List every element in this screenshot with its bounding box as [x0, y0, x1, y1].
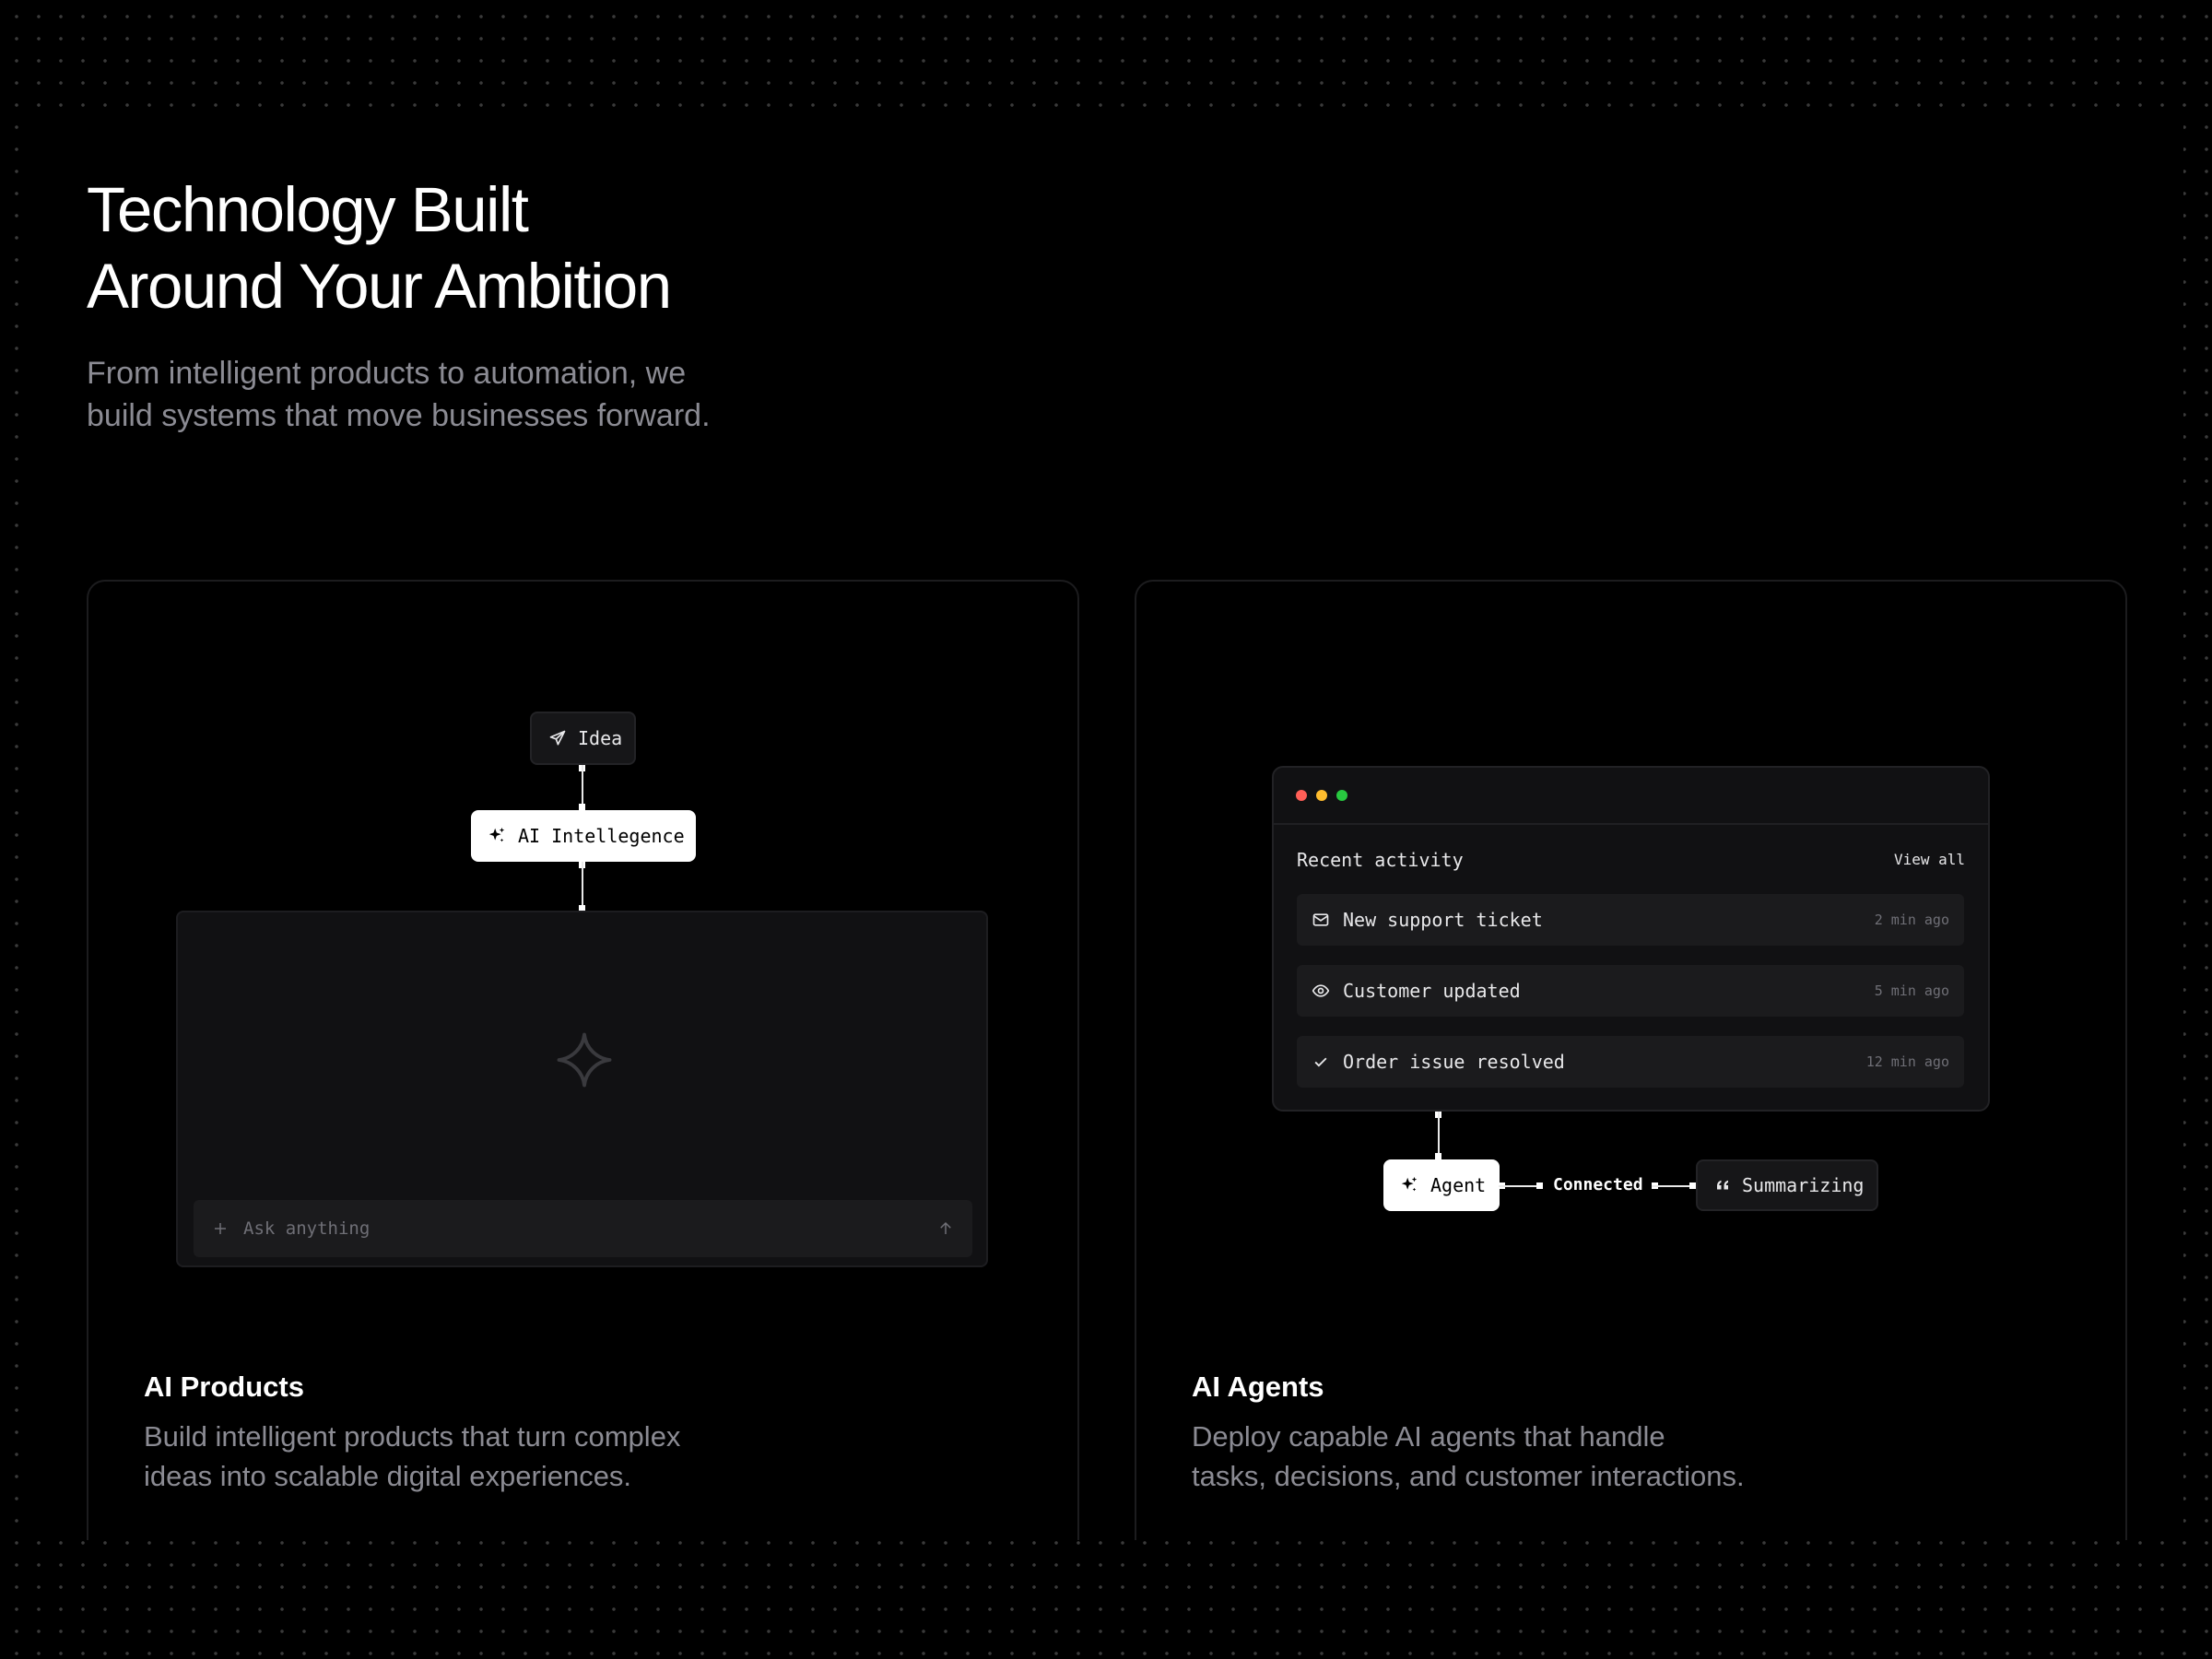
send-icon	[549, 730, 566, 746]
activity-row[interactable]: Order issue resolved 12 min ago	[1297, 1036, 1964, 1088]
eye-icon	[1312, 984, 1330, 997]
card-title: AI Products	[144, 1371, 304, 1403]
page-subtitle: From intelligent products to automation,…	[87, 356, 711, 433]
idea-label: Idea	[578, 727, 623, 749]
plus-icon[interactable]	[212, 1220, 229, 1237]
check-icon	[1314, 1057, 1327, 1067]
connection-status: Connected	[1553, 1175, 1643, 1194]
card-description: Build intelligent products that turn com…	[144, 1420, 681, 1492]
maximize-dot[interactable]	[1336, 790, 1347, 801]
agent-node: Agent	[1383, 1159, 1500, 1211]
close-dot[interactable]	[1296, 790, 1307, 801]
minimize-dot[interactable]	[1316, 790, 1327, 801]
summarizing-label: Summarizing	[1742, 1174, 1865, 1196]
activity-time: 2 min ago	[1874, 912, 1949, 928]
ask-input[interactable]: Ask anything	[194, 1200, 972, 1257]
sparkles-icon	[1401, 1176, 1418, 1192]
arrow-up-icon[interactable]	[937, 1220, 954, 1237]
agent-label: Agent	[1430, 1174, 1487, 1196]
activity-row[interactable]: New support ticket 2 min ago	[1297, 894, 1964, 946]
mail-icon	[1312, 913, 1329, 926]
chat-window: Ask anything	[176, 911, 988, 1267]
card-description: Deploy capable AI agents that handle tas…	[1192, 1420, 1745, 1492]
idea-node: Idea	[530, 712, 636, 765]
summarizing-node: Summarizing	[1696, 1159, 1878, 1211]
window-titlebar	[1274, 768, 1988, 825]
ai-agents-card[interactable]: Recent activity View all New support tic…	[1135, 580, 2127, 1540]
quote-icon	[1717, 1180, 1728, 1190]
ai-intelligence-label: AI Intellegence	[518, 825, 685, 847]
activity-time: 5 min ago	[1874, 982, 1949, 999]
ai-intelligence-node: AI Intellegence	[471, 810, 696, 862]
card-title: AI Agents	[1192, 1371, 1324, 1403]
ask-placeholder: Ask anything	[243, 1218, 371, 1239]
ai-products-card[interactable]: Idea AI Intellegence Ask anything AI Pro…	[87, 580, 1079, 1540]
activity-label: Order issue resolved	[1343, 1051, 1565, 1073]
page-title: Technology Built Around Your Ambition	[87, 174, 672, 322]
activity-window: Recent activity View all New support tic…	[1272, 766, 1990, 1112]
activity-heading: Recent activity	[1297, 849, 1464, 871]
activity-row[interactable]: Customer updated 5 min ago	[1297, 965, 1964, 1017]
view-all-link[interactable]: View all	[1894, 851, 1965, 868]
activity-time: 12 min ago	[1865, 1053, 1949, 1070]
activity-label: New support ticket	[1343, 909, 1543, 931]
activity-label: Customer updated	[1343, 980, 1521, 1002]
sparkles-icon	[488, 827, 505, 842]
sparkle-icon	[557, 1032, 612, 1088]
